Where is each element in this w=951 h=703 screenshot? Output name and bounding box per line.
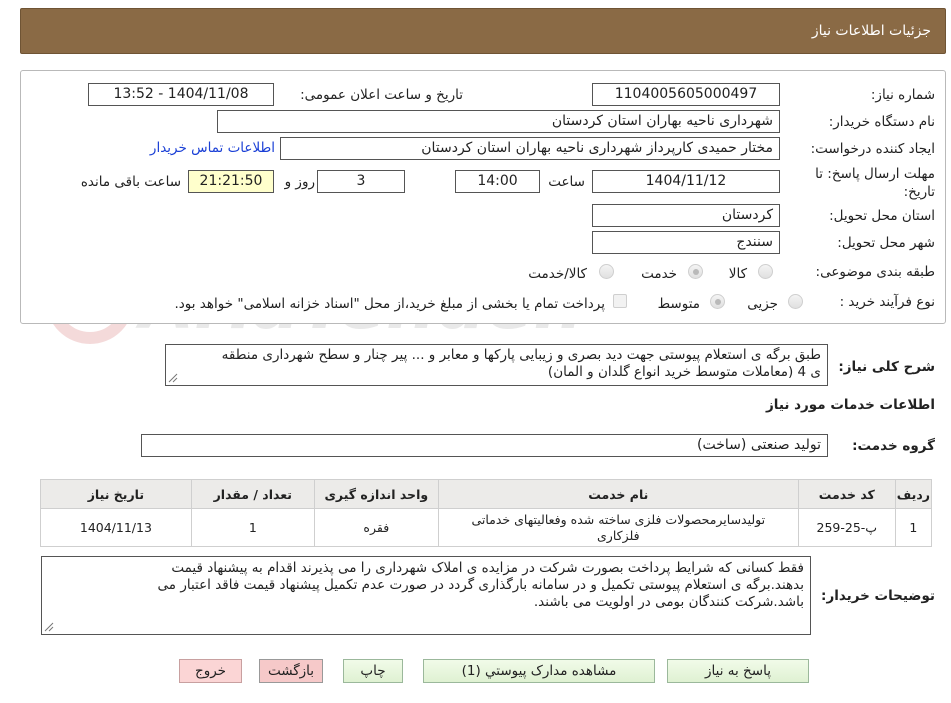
category-label: طبقه بندی موضوعی: (815, 264, 935, 280)
cell-quantity: 1 (190, 508, 315, 547)
buyer-org-field: شهرداری ناحیه بهاران استان کردستان (217, 110, 780, 133)
col-header-row-number: ردیف (894, 479, 933, 509)
table-row: 1 پ-25-259 تولیدسایرمحصولات فلزی ساخته ش… (40, 508, 933, 547)
category-radio-goods[interactable] (758, 264, 773, 279)
category-radio-goods-service[interactable] (599, 264, 614, 279)
category-option-goods-service: کالا/خدمت (528, 266, 587, 282)
cell-unit: فقره (313, 508, 439, 547)
reply-button[interactable]: پاسخ به نیاز (667, 659, 809, 683)
service-group-label: گروه خدمت: (852, 438, 935, 454)
need-number-label: شماره نیاز: (870, 87, 935, 103)
category-option-goods: کالا (728, 266, 747, 282)
delivery-city-label: شهر محل تحویل: (837, 235, 935, 251)
treasury-payment-note: پرداخت تمام یا بخشی از مبلغ خرید،از محل … (174, 296, 605, 312)
col-header-unit: واحد اندازه گیری (313, 479, 439, 509)
description-line-2: ی 4 (معاملات متوسط خرید انواع گلدان و ال… (547, 364, 821, 380)
col-header-service-name: نام خدمت (437, 479, 799, 509)
deadline-label-line2: تاریخ: (903, 184, 935, 200)
cell-service-name-line-1: تولیدسایرمحصولات فلزی ساخته شده وفعالیته… (471, 511, 766, 527)
cell-row-number: 1 (894, 508, 933, 547)
treasury-payment-checkbox[interactable] (613, 294, 627, 308)
buyer-org-label: نام دستگاه خریدار: (828, 114, 935, 130)
announce-datetime-field: 1404/11/08 - 13:52 (88, 83, 274, 106)
deadline-date-field: 1404/11/12 (592, 170, 780, 193)
buyer-contact-link[interactable]: اطلاعات تماس خریدار (150, 140, 275, 156)
delivery-province-field: کردستان (592, 204, 780, 227)
process-radio-minor[interactable] (788, 294, 803, 309)
announce-datetime-label: تاریخ و ساعت اعلان عمومی: (300, 87, 463, 103)
page-title: جزئیات اطلاعات نیاز (811, 23, 931, 39)
cell-need-date: 1404/11/13 (40, 508, 192, 547)
process-option-minor: جزیی (747, 296, 778, 312)
deadline-days-label: روز و (284, 174, 315, 190)
back-button[interactable]: بازگشت (259, 659, 323, 683)
buyer-notes-textarea: فقط کسانی که شرایط پرداخت بصورت شرکت در … (41, 556, 811, 635)
services-section-title: اطلاعات خدمات مورد نیاز (765, 397, 935, 413)
category-option-service: خدمت (641, 266, 677, 282)
print-button[interactable]: چاپ (343, 659, 403, 683)
deadline-time-field: 14:00 (455, 170, 540, 193)
need-details-panel (20, 70, 946, 324)
cell-service-code: پ-25-259 (797, 508, 896, 547)
service-group-field: تولید صنعتی (ساخت) (141, 434, 828, 457)
requester-field: مختار حمیدی کارپرداز شهرداری ناحیه بهارا… (280, 137, 780, 160)
requester-label: ایجاد کننده درخواست: (810, 141, 935, 157)
process-option-medium: متوسط (657, 296, 700, 312)
view-attachments-button[interactable]: مشاهده مدارک پیوستي (1) (423, 659, 655, 683)
deadline-days-field: 3 (317, 170, 405, 193)
deadline-time-label: ساعت (548, 174, 585, 190)
process-radio-medium[interactable] (710, 294, 725, 309)
remaining-time-field: 21:21:50 (188, 170, 274, 193)
col-header-quantity: تعداد / مقدار (190, 479, 315, 509)
services-table: ردیف کد خدمت نام خدمت واحد اندازه گیری ت… (40, 479, 933, 547)
description-textarea: طبق برگه ی استعلام پیوستی جهت دید بصری و… (165, 344, 828, 386)
process-label: نوع فرآیند خرید : (839, 294, 935, 310)
buyer-notes-line-3: باشد.شرکت کنندگان بومی در اولویت می باشن… (533, 594, 804, 610)
exit-button[interactable]: خروج (179, 659, 242, 683)
delivery-city-field: سنندج (592, 231, 780, 254)
category-radio-service[interactable] (688, 264, 703, 279)
cell-service-name-line-2: فلزکاری (597, 527, 640, 543)
description-line-1: طبق برگه ی استعلام پیوستی جهت دید بصری و… (221, 347, 821, 363)
table-header-row: ردیف کد خدمت نام خدمت واحد اندازه گیری ت… (40, 479, 933, 509)
buyer-notes-line-2: بدهند.برگه ی استعلام پیوستی تکمیل و در س… (157, 577, 804, 593)
resize-grip-icon[interactable] (44, 622, 54, 632)
description-label: شرح کلی نیاز: (838, 359, 935, 375)
page-header: جزئیات اطلاعات نیاز (20, 8, 946, 54)
col-header-service-code: کد خدمت (797, 479, 896, 509)
cell-service-name: تولیدسایرمحصولات فلزی ساخته شده وفعالیته… (437, 508, 799, 547)
remaining-time-label: ساعت باقی مانده (80, 174, 181, 190)
deadline-label-line1: مهلت ارسال پاسخ: تا (815, 166, 935, 182)
delivery-province-label: استان محل تحویل: (829, 208, 935, 224)
buyer-notes-line-1: فقط کسانی که شرایط پرداخت بصورت شرکت در … (171, 560, 804, 576)
col-header-need-date: تاریخ نیاز (40, 479, 192, 509)
need-number-field: 1104005605000497 (592, 83, 780, 106)
resize-grip-icon[interactable] (168, 373, 178, 383)
buyer-notes-label: توضیحات خریدار: (821, 588, 935, 604)
